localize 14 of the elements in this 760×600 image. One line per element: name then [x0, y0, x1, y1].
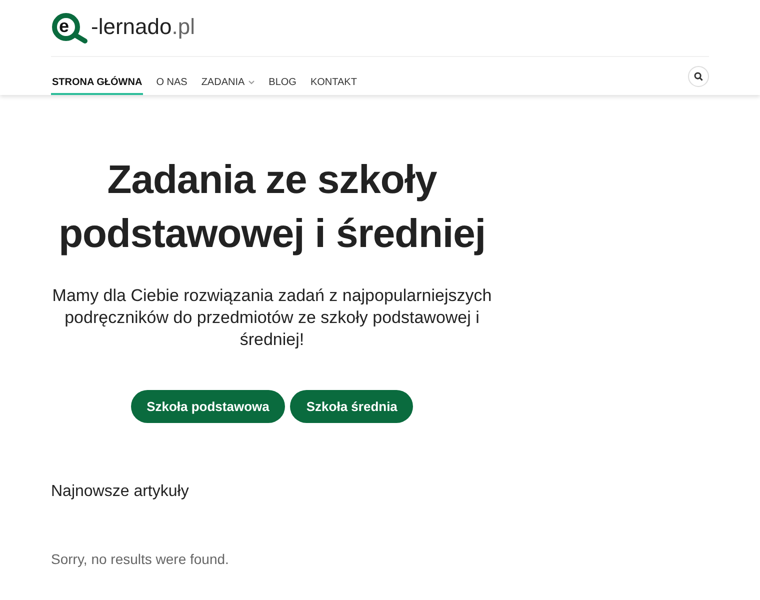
nav-link[interactable]: BLOG — [268, 77, 298, 95]
section-heading: Najnowsze artykuły — [51, 483, 190, 501]
hero-title: Zadania ze szkoły podstawowej i średniej — [58, 157, 486, 258]
nav-link[interactable]: STRONA GŁÓWNA — [51, 77, 144, 95]
empty-message: Sorry, no results were found. — [51, 551, 230, 567]
search-icon — [694, 72, 703, 80]
logo-text[interactable]: -lernado.pl — [91, 14, 195, 40]
hero-subtitle: Mamy dla Ciebie rozwiązania zadań z najpopularniejszych podręczników do przedmiotów ze szkoły podstawowej i średniej! — [52, 285, 492, 351]
school-button[interactable]: Szkoła średnia — [290, 390, 414, 423]
school-button[interactable]: Szkoła podstawowa — [130, 390, 286, 423]
search-button[interactable] — [688, 66, 709, 86]
nav-link[interactable]: ZADANIA — [200, 77, 256, 95]
nav-link[interactable]: O NAS — [155, 77, 188, 95]
nav-link[interactable]: KONTAKT — [309, 77, 358, 95]
